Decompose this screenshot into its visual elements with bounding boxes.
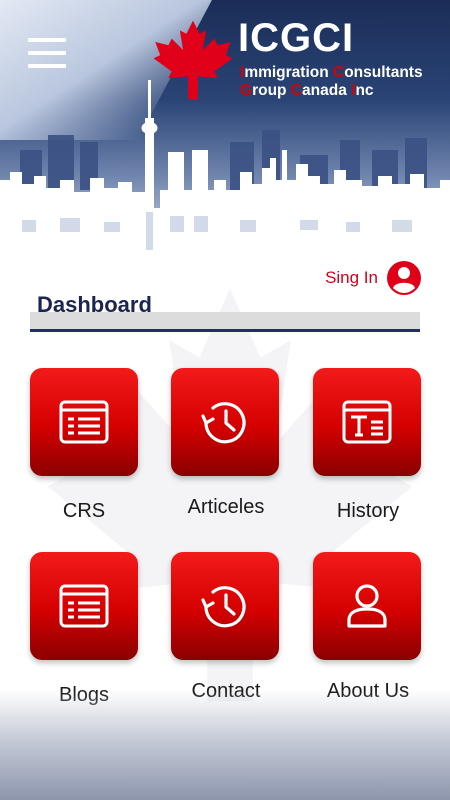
brand-initial: G	[240, 82, 253, 99]
tile-history[interactable]	[313, 368, 421, 476]
brand-word: onsultants	[344, 64, 423, 81]
bottom-gradient	[0, 690, 450, 800]
brand-logo: ICGCI Immigration Consultants Group Cana…	[152, 16, 442, 106]
page-title: Dashboard	[37, 292, 152, 317]
brand-title: ICGCI	[238, 16, 355, 60]
menu-bar-bottom	[28, 64, 66, 68]
header-banner: ICGCI Immigration Consultants Group Cana…	[0, 0, 450, 250]
brand-initial: C	[333, 64, 345, 81]
tile-label-articeles[interactable]: Articeles	[156, 496, 296, 519]
history-clock-icon	[201, 586, 246, 628]
document-list-icon	[59, 584, 109, 628]
user-icon	[347, 584, 387, 628]
document-list-icon	[59, 400, 109, 444]
brand-subtitle-line-1: Immigration Consultants	[240, 64, 423, 82]
sign-in-label: Sing In	[325, 268, 378, 287]
tile-label-crs[interactable]: CRS	[14, 500, 154, 523]
brand-word: anada	[302, 82, 352, 99]
maple-leaf-icon	[153, 20, 233, 100]
app-screen: ICGCI Immigration Consultants Group Cana…	[0, 0, 450, 800]
brand-word: mmigration	[244, 64, 334, 81]
tile-articeles[interactable]	[171, 368, 279, 476]
brand-subtitle-line-2: Group Canada Inc	[240, 82, 423, 100]
brand-word: nc	[355, 82, 374, 99]
history-clock-icon	[201, 402, 246, 444]
brand-initial: C	[290, 82, 303, 99]
tile-blogs[interactable]	[30, 552, 138, 660]
tile-label-history[interactable]: History	[298, 500, 438, 523]
brand-subtitle: Immigration Consultants Group Canada Inc	[240, 64, 423, 100]
tile-about-us[interactable]	[313, 552, 421, 660]
tile-contact[interactable]	[171, 552, 279, 660]
tile-crs[interactable]	[30, 368, 138, 476]
hamburger-menu-icon[interactable]	[28, 38, 66, 68]
dashboard-header: Dashboard	[30, 290, 420, 332]
text-document-icon	[342, 400, 392, 444]
menu-bar-middle	[28, 51, 66, 55]
menu-bar-top	[28, 38, 66, 42]
brand-word: roup	[252, 82, 291, 99]
